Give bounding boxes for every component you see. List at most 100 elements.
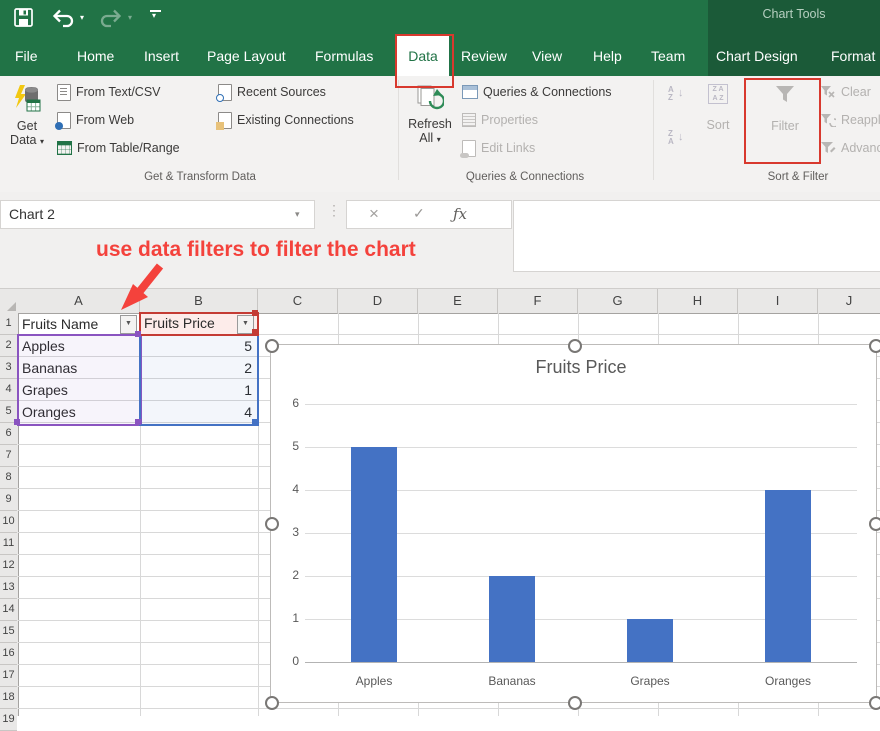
chart-selection-handle[interactable] [869,339,880,353]
row-header-10[interactable]: 10 [0,511,17,533]
cell-B5[interactable]: 4 [140,401,252,423]
tab-file[interactable]: File [15,40,38,76]
row-header-6[interactable]: 6 [0,423,17,445]
enter-icon: ✓ [413,205,425,222]
range-handle[interactable] [135,419,141,425]
range-handle[interactable] [252,310,258,316]
group-label-get-transform: Get & Transform Data [90,171,310,183]
formula-input[interactable] [513,200,880,272]
name-box-value: Chart 2 [9,206,55,222]
get-data-button[interactable]: Get Data ▾ [4,84,50,147]
chart-object[interactable]: Fruits Price 0123456ApplesBananasGrapesO… [270,344,877,703]
existing-connections-button[interactable]: Existing Connections [218,109,354,131]
undo-icon[interactable] [50,8,76,28]
chart-bar-Apples[interactable] [351,447,397,662]
range-handle[interactable] [14,419,20,425]
from-text-csv-button[interactable]: From Text/CSV [57,81,161,103]
cell-B2[interactable]: 5 [140,335,252,357]
reapply-filter-icon [820,113,836,127]
select-all-button[interactable] [0,289,19,314]
row-header-16[interactable]: 16 [0,643,17,665]
chart-selection-handle[interactable] [568,696,582,710]
cell-A5[interactable]: Oranges [22,401,117,423]
row-header-17[interactable]: 17 [0,665,17,687]
from-table-range-button[interactable]: From Table/Range [57,137,180,159]
chart-bar-Bananas[interactable] [489,576,535,662]
row-header-19[interactable]: 19 [0,709,17,731]
chart-selection-handle[interactable] [869,696,880,710]
chart-category-label-Apples: Apples [305,674,443,688]
cell-B4[interactable]: 1 [140,379,252,401]
col-header-G[interactable]: G [578,289,658,314]
qat-customize-chevron-icon[interactable]: ▾ [152,11,156,20]
existing-connections-icon [218,112,232,129]
tab-view[interactable]: View [532,40,562,76]
recent-sources-button[interactable]: Recent Sources [218,81,326,103]
tab-chart-design[interactable]: Chart Design [716,40,798,76]
filter-button: Filter [762,84,808,133]
tab-formulas[interactable]: Formulas [315,40,373,76]
row-header-11[interactable]: 11 [0,533,17,555]
name-box[interactable]: Chart 2 ▾ [0,200,315,229]
row-header-3[interactable]: 3 [0,357,17,379]
col-header-H[interactable]: H [658,289,738,314]
chart-title[interactable]: Fruits Price [305,357,857,378]
chart-selection-handle[interactable] [568,339,582,353]
tab-home[interactable]: Home [77,40,114,76]
chart-selection-handle[interactable] [869,517,880,531]
refresh-all-button[interactable]: Refresh All ▾ [405,84,455,145]
cell-A4[interactable]: Grapes [22,379,117,401]
from-web-button[interactable]: From Web [57,109,134,131]
clear-filter-button: Clear [820,81,871,103]
cell-A2[interactable]: Apples [22,335,117,357]
cell-B3[interactable]: 2 [140,357,252,379]
row-header-1[interactable]: 1 [0,313,17,335]
undo-dropdown-icon[interactable]: ▾ [80,13,84,22]
row-header-9[interactable]: 9 [0,489,17,511]
queries-connections-icon [462,85,478,99]
formula-bar-drag-dots-icon[interactable]: ⋮ [327,202,341,219]
cell-A1[interactable]: Fruits Name [22,313,117,335]
row-header-18[interactable]: 18 [0,687,17,709]
recent-sources-label: Recent Sources [237,85,326,99]
tab-review[interactable]: Review [461,40,507,76]
queries-connections-button[interactable]: Queries & Connections [462,81,612,103]
col-header-D[interactable]: D [338,289,418,314]
col-header-F[interactable]: F [498,289,578,314]
col-header-C[interactable]: C [258,289,338,314]
chart-bar-Grapes[interactable] [627,619,673,662]
row-header-15[interactable]: 15 [0,621,17,643]
row-header-4[interactable]: 4 [0,379,17,401]
refresh-all-icon [416,84,444,114]
tab-insert[interactable]: Insert [144,40,179,76]
cell-A3[interactable]: Bananas [22,357,117,379]
chart-ytick-6: 6 [273,396,299,410]
from-text-csv-label: From Text/CSV [76,85,161,99]
tab-page-layout[interactable]: Page Layout [207,40,286,76]
chart-ytick-4: 4 [273,482,299,496]
range-handle[interactable] [252,419,258,425]
row-header-14[interactable]: 14 [0,599,17,621]
chart-selection-handle[interactable] [265,696,279,710]
save-icon[interactable] [13,8,35,28]
row-header-13[interactable]: 13 [0,577,17,599]
col-header-E[interactable]: E [418,289,498,314]
name-box-dropdown-icon[interactable]: ▾ [295,209,300,220]
row-header-12[interactable]: 12 [0,555,17,577]
row-header-7[interactable]: 7 [0,445,17,467]
tab-format[interactable]: Format [831,40,875,76]
row-header-8[interactable]: 8 [0,467,17,489]
col-header-I[interactable]: I [738,289,818,314]
row-header-2[interactable]: 2 [0,335,17,357]
col-header-J[interactable]: J [818,289,880,314]
insert-function-icon[interactable]: ƒx [453,205,467,223]
chart-bar-Oranges[interactable] [765,490,811,662]
range-handle[interactable] [135,331,141,337]
chart-selection-handle[interactable] [265,517,279,531]
tab-team[interactable]: Team [651,40,685,76]
range-handle[interactable] [252,329,258,335]
worksheet: A B C D E F G H I J 12345678910111213141… [0,288,880,716]
chart-selection-handle[interactable] [265,339,279,353]
tab-help[interactable]: Help [593,40,622,76]
tab-data-selected[interactable]: Data [397,36,449,76]
